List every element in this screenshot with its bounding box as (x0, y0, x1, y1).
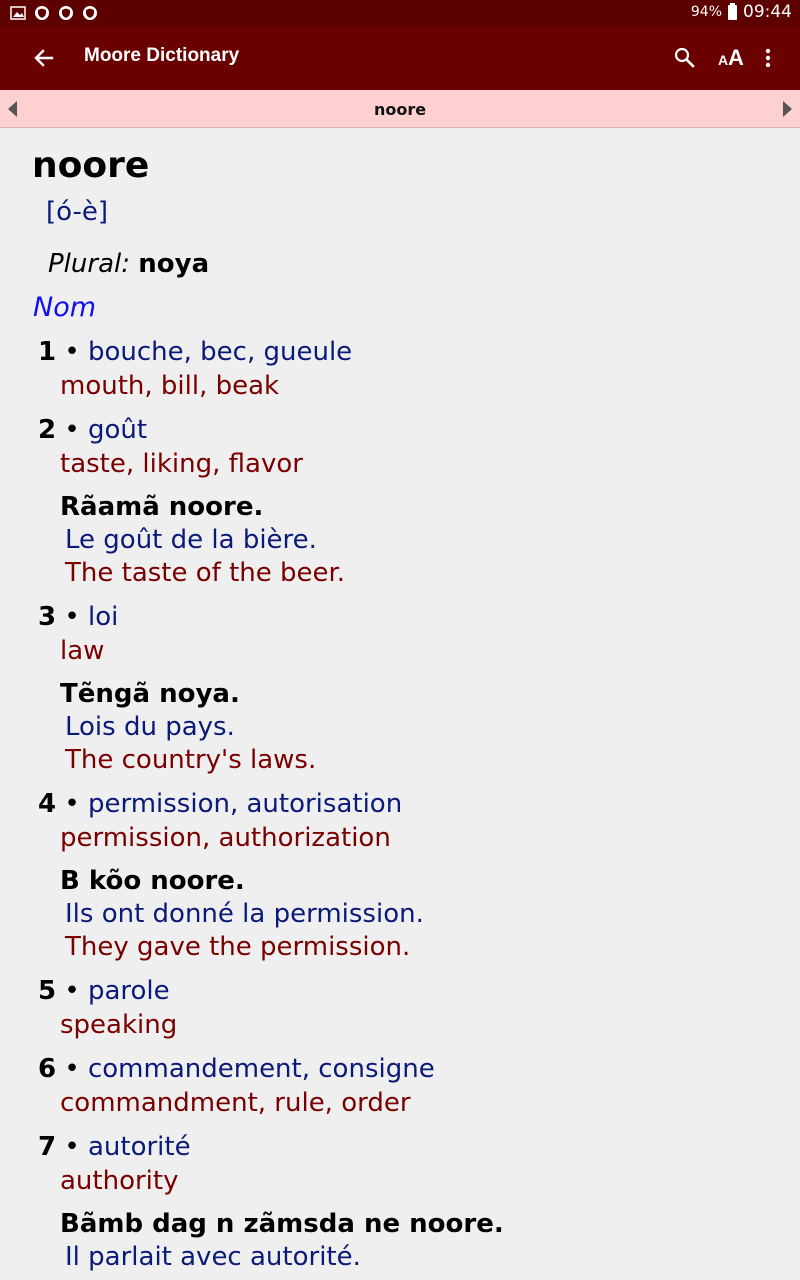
bullet: • (64, 976, 80, 1006)
svg-text:A: A (718, 52, 728, 68)
bullet: • (64, 1054, 80, 1084)
sense-heading: 4 • permission, autorisation (38, 789, 402, 819)
french-translation: commandement, consigne (87, 1054, 435, 1084)
status-bar: 94% 09:44 (0, 0, 800, 26)
sense-number: 2 (38, 415, 57, 445)
part-of-speech: Nom (33, 292, 97, 323)
shield-icon (59, 6, 73, 20)
french-translation: goût (87, 415, 148, 445)
battery-percentage: 94% (690, 4, 722, 20)
word-navigation-bar: noore (0, 90, 800, 128)
sense-number: 1 (38, 337, 57, 367)
sense-number: 5 (38, 976, 57, 1006)
back-arrow-icon[interactable] (28, 42, 60, 74)
sense-heading: 6 • commandement, consigne (38, 1054, 435, 1084)
sense-heading: 2 • goût (38, 415, 147, 445)
english-translation: permission, authorization (60, 823, 391, 853)
app-bar: Moore Dictionary AA (0, 26, 800, 90)
entry-content[interactable]: noore [ó-è] Plural: noya Nom 1 • bouche,… (0, 129, 800, 1280)
bullet: • (64, 1132, 80, 1162)
english-translation: mouth, bill, beak (60, 371, 280, 401)
shield-icon (35, 6, 49, 20)
app-title: Moore Dictionary (84, 45, 240, 66)
example-french: Ils ont donné la permission. (65, 899, 424, 929)
battery-icon (728, 2, 737, 20)
french-translation: bouche, bec, gueule (87, 337, 353, 367)
sense-number: 6 (38, 1054, 57, 1084)
french-translation: loi (87, 602, 119, 632)
example-english: They gave the permission. (65, 932, 411, 962)
example-moore: Tẽngã noya. (60, 679, 240, 709)
bullet: • (64, 337, 80, 367)
sense-heading: 7 • autorité (38, 1132, 191, 1162)
example-english: The country's laws. (65, 745, 317, 775)
plural-word: noya (138, 249, 210, 279)
sense-heading: 3 • loi (38, 602, 118, 632)
plural-label: Plural: (48, 249, 130, 279)
pronunciation: [ó-è] (46, 197, 109, 227)
english-translation: law (60, 636, 105, 666)
french-translation: autorité (87, 1132, 191, 1162)
svg-text:A: A (728, 45, 744, 70)
example-french: Lois du pays. (65, 712, 235, 742)
sense-heading: 5 • parole (38, 976, 170, 1006)
plural-form: Plural: noya (48, 249, 209, 279)
english-translation: commandment, rule, order (60, 1088, 411, 1118)
font-size-icon[interactable]: AA (716, 41, 750, 73)
example-french: Le goût de la bière. (65, 525, 317, 555)
english-translation: speaking (60, 1010, 178, 1040)
french-translation: permission, autorisation (87, 789, 403, 819)
shield-icon (83, 6, 97, 20)
bullet: • (64, 789, 80, 819)
bullet: • (64, 415, 80, 445)
sense-number: 3 (38, 602, 57, 632)
example-moore: B kõo noore. (60, 866, 245, 896)
example-moore: Rãamã noore. (60, 492, 264, 522)
next-word-arrow-icon[interactable] (781, 99, 795, 119)
sense-number: 7 (38, 1132, 57, 1162)
search-icon[interactable] (670, 43, 700, 73)
example-moore: Bãmb dag n zãmsda ne noore. (60, 1209, 504, 1239)
french-translation: parole (87, 976, 170, 1006)
clock: 09:44 (743, 2, 792, 22)
gallery-icon (10, 6, 26, 20)
english-translation: taste, liking, flavor (60, 449, 303, 479)
current-word: noore (373, 100, 427, 119)
sense-number: 4 (38, 789, 57, 819)
example-french: Il parlait avec autorité. (65, 1242, 361, 1272)
sense-heading: 1 • bouche, bec, gueule (38, 337, 352, 367)
more-options-icon[interactable] (756, 42, 780, 74)
headword: noore (32, 145, 150, 186)
english-translation: authority (60, 1166, 179, 1196)
example-english: The taste of the beer. (65, 558, 346, 588)
bullet: • (64, 602, 80, 632)
